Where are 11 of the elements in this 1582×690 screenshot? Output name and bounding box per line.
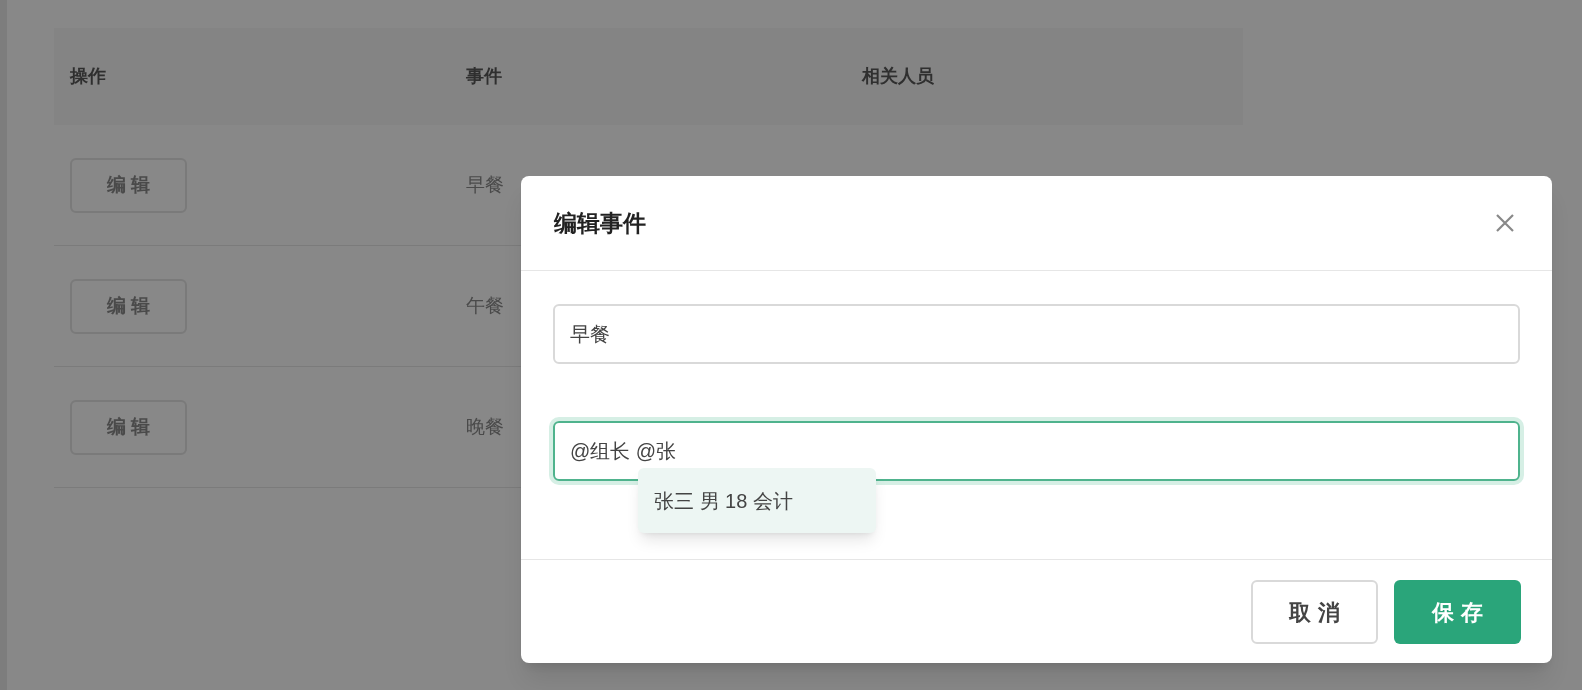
table-cell-text: 午餐 [465,293,504,318]
text-field[interactable]: 早餐 [553,304,1520,364]
close-icon[interactable] [1494,212,1516,234]
table-cell-text: 早餐 [465,172,504,197]
dialog-title: 编辑事件 [554,208,646,238]
cancel-button[interactable]: 取 消 [1251,580,1378,644]
column-header: 相关人员 [860,65,934,88]
suggestion-item[interactable]: 张三 男 18 会计 [638,468,876,533]
table-cell-text: 晚餐 [465,414,504,439]
column-header: 操作 [69,65,106,88]
column-header: 事件 [465,65,502,88]
